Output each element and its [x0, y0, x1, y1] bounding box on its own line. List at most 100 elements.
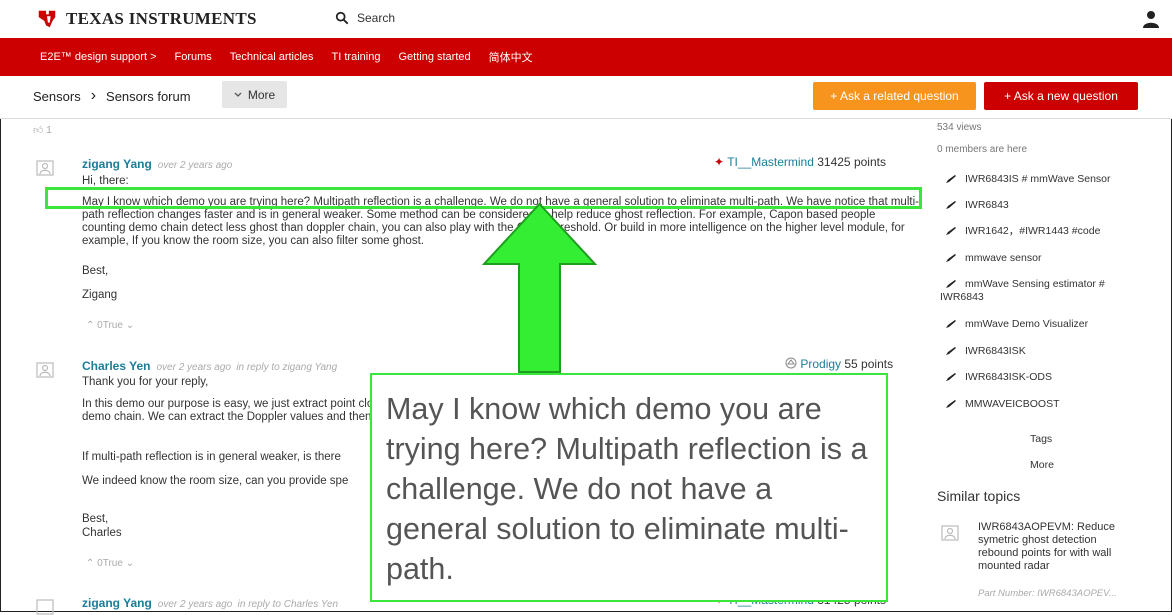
- tag-pen-icon: [946, 347, 956, 356]
- tag-pen-icon: [946, 227, 956, 236]
- author-badge[interactable]: ✦ TI__Mastermind 31425 points: [714, 155, 886, 169]
- vote-control[interactable]: ⌃ 0True ⌄: [86, 558, 134, 569]
- thumbs-up-icon: 👍︎: [33, 125, 44, 136]
- tag-label: IWR6843ISK: [965, 345, 1026, 357]
- breadcrumb-bar: Sensors › Sensors forum More + Ask a rel…: [0, 76, 1172, 119]
- tag-item[interactable]: IWR1642，#IWR1443 #code: [945, 225, 1100, 238]
- upvote-icon: ⌃: [86, 558, 95, 569]
- tag-label: mmWave Demo Visualizer: [965, 318, 1089, 330]
- view-count: 534 views: [937, 122, 982, 133]
- post-question: If multi-path reflection is in general w…: [82, 451, 341, 463]
- search-label: Search: [357, 11, 396, 25]
- author-name[interactable]: zigang Yang: [82, 596, 152, 610]
- tag-item[interactable]: mmWave Sensing estimator # IWR6843: [940, 278, 1130, 304]
- tag-pen-icon: [946, 373, 956, 382]
- breadcrumb-sensors-forum[interactable]: Sensors forum: [106, 89, 191, 104]
- tag-label: IWR6843IS # mmWave Sensor: [965, 173, 1111, 185]
- post-author[interactable]: Charles Yen over 2 years ago in reply to …: [82, 359, 337, 373]
- avatar-icon: [941, 525, 959, 541]
- annotation-callout: May I know which demo you are trying her…: [370, 373, 888, 602]
- tag-label: mmwave sensor: [965, 252, 1042, 264]
- likes-count: 1: [46, 125, 52, 136]
- post-greeting: Thank you for your reply,: [82, 376, 209, 388]
- top-bar: Texas Instruments Search: [0, 0, 1172, 38]
- breadcrumb: Sensors › Sensors forum: [33, 87, 191, 105]
- user-icon[interactable]: [1142, 10, 1160, 28]
- breadcrumb-separator: ›: [90, 87, 97, 104]
- post-meta: over 2 years ago: [157, 599, 233, 610]
- search-box[interactable]: Search: [335, 11, 395, 25]
- post-signature: Zigang: [82, 289, 118, 301]
- reply-to[interactable]: in reply to Charles Yen: [238, 599, 338, 610]
- nav-getting-started[interactable]: Getting started: [398, 51, 470, 63]
- post-author[interactable]: zigang Yang over 2 years ago in reply to …: [82, 596, 338, 610]
- tag-pen-icon: [946, 201, 956, 210]
- texas-logo-icon: [38, 10, 56, 28]
- post-author[interactable]: zigang Yang over 2 years ago: [82, 157, 232, 171]
- avatar-icon: [36, 362, 54, 378]
- author-name[interactable]: Charles Yen: [82, 359, 150, 373]
- post-signature: Charles: [82, 527, 122, 539]
- tag-pen-icon: [946, 400, 956, 409]
- tag-pen-icon: [946, 280, 956, 289]
- main-nav: E2E™ design support > Forums Technical a…: [0, 38, 1172, 76]
- tags-link[interactable]: Tags: [1030, 433, 1052, 445]
- thread-likes[interactable]: 👍︎ 1: [33, 124, 52, 136]
- tag-label: IWR6843ISK-ODS: [965, 371, 1052, 383]
- similar-topic-link[interactable]: IWR6843AOPEVM: Reduce symetric ghost det…: [978, 521, 1136, 573]
- vote-count: 0True: [97, 558, 123, 569]
- similar-topic-part-number: Part Number: IWR6843AOPEV...: [978, 588, 1117, 599]
- nav-chinese[interactable]: 简体中文: [489, 49, 533, 65]
- tag-label: IWR1642，#IWR1443 #code: [965, 225, 1101, 237]
- post-meta: over 2 years ago: [157, 160, 233, 171]
- tag-item[interactable]: MMWAVEICBOOST: [945, 398, 1060, 411]
- breadcrumb-sensors[interactable]: Sensors: [33, 89, 81, 104]
- tag-pen-icon: [946, 175, 956, 184]
- members-here: 0 members are here: [937, 144, 1028, 155]
- badge-label: TI__Mastermind: [727, 155, 814, 169]
- vote-control[interactable]: ⌃ 0True ⌄: [86, 320, 134, 331]
- upvote-icon: ⌃: [86, 320, 95, 331]
- post-meta: over 2 years ago: [156, 362, 231, 373]
- tag-item[interactable]: mmwave sensor: [945, 252, 1041, 265]
- tag-item[interactable]: IWR6843: [945, 199, 1009, 212]
- tag-item[interactable]: IWR6843ISK: [945, 345, 1026, 358]
- vote-count: 0True: [97, 320, 123, 331]
- author-badge[interactable]: Prodigy 55 points: [785, 357, 893, 371]
- tag-pen-icon: [946, 254, 956, 263]
- annotation-arrow-icon: [482, 202, 597, 373]
- author-name[interactable]: zigang Yang: [82, 157, 152, 171]
- similar-topics-heading: Similar topics: [937, 488, 1021, 504]
- nav-e2e-design-support[interactable]: E2E™ design support >: [40, 51, 157, 63]
- tag-label: MMWAVEICBOOST: [965, 398, 1060, 410]
- post-signoff: Best,: [82, 265, 109, 277]
- search-icon: [335, 11, 349, 25]
- tag-item[interactable]: IWR6843IS # mmWave Sensor: [945, 173, 1111, 186]
- tag-label: mmWave Sensing estimator # IWR6843: [940, 278, 1105, 303]
- tag-label: IWR6843: [965, 199, 1009, 211]
- ask-new-question-button[interactable]: + Ask a new question: [984, 82, 1138, 110]
- avatar-icon: [36, 160, 54, 176]
- more-tags-link[interactable]: More: [1030, 459, 1054, 471]
- tag-item[interactable]: IWR6843ISK-ODS: [945, 371, 1052, 384]
- ti-logo[interactable]: Texas Instruments: [36, 8, 257, 30]
- badge-points: 55 points: [844, 357, 894, 371]
- ti-badge-icon: ✦: [714, 155, 725, 169]
- more-button[interactable]: More: [222, 81, 287, 108]
- avatar-icon: [36, 599, 54, 615]
- nav-forums[interactable]: Forums: [175, 51, 212, 63]
- nav-ti-training[interactable]: TI training: [332, 51, 381, 63]
- chevron-down-icon: [234, 92, 242, 97]
- post-signoff: Best,: [82, 513, 109, 525]
- badge-points: 31425 points: [817, 155, 886, 169]
- prodigy-badge-icon: [785, 357, 797, 369]
- post-room-question: We indeed know the room size, can you pr…: [82, 475, 349, 487]
- badge-label: Prodigy: [800, 357, 842, 371]
- reply-to[interactable]: in reply to zigang Yang: [236, 362, 337, 373]
- tag-pen-icon: [946, 320, 956, 329]
- ask-related-question-button[interactable]: + Ask a related question: [813, 82, 976, 110]
- tag-item[interactable]: mmWave Demo Visualizer: [945, 318, 1088, 331]
- nav-technical-articles[interactable]: Technical articles: [230, 51, 314, 63]
- more-label: More: [247, 87, 276, 102]
- downvote-icon: ⌄: [125, 320, 135, 331]
